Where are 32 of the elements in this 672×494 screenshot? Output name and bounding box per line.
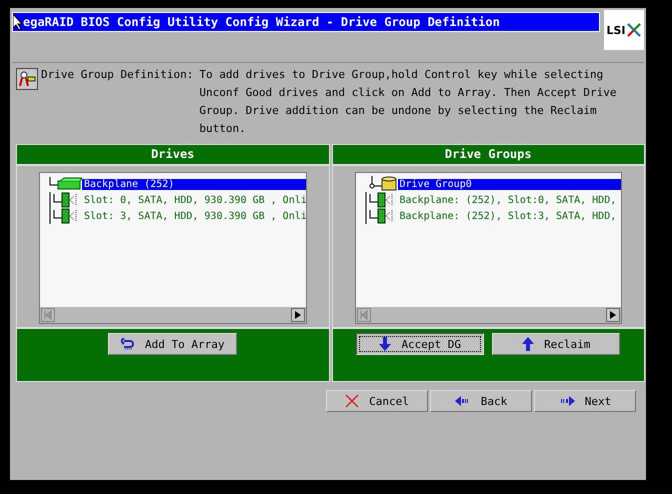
backplane-icon: [48, 177, 82, 191]
nav-button[interactable]: Cancel: [326, 390, 428, 412]
description-text: To add drives to Drive Group,hold Control key while selecting Unconf Good drives and click on Add to Array. Then Accept Drive Group. Drive addition can be undone by selecting the Reclaim button.: [199, 67, 618, 137]
scroll-right-icon[interactable]: [290, 308, 304, 322]
right-arrow-icon: [558, 396, 575, 406]
panel-button[interactable]: Accept DG: [356, 333, 484, 355]
description-label: Drive Group Definition:: [41, 67, 194, 83]
arrows-logo-icon: [626, 22, 642, 38]
nav-button[interactable]: Back: [430, 390, 532, 412]
panel-button[interactable]: Reclaim: [492, 333, 620, 355]
scroll-right-icon[interactable]: [606, 308, 620, 322]
tools-icon: [16, 68, 38, 90]
tree-item[interactable]: Drive Group0: [398, 178, 621, 190]
scroll-left-icon[interactable]: [41, 308, 55, 322]
tree-item[interactable]: Backplane: (252), Slot:3, SATA, HDD,: [398, 210, 618, 222]
scroll-left-icon[interactable]: [356, 308, 370, 322]
window-title: egaRAID BIOS Config Utility Config Wizard - Drive Group Definition: [23, 15, 500, 29]
down-arrow-icon: [379, 337, 392, 351]
logo-text: LSI: [606, 24, 626, 36]
undo-arrow-icon: [121, 338, 135, 350]
panel-button[interactable]: Add To Array: [108, 333, 238, 355]
up-arrow-icon: [522, 337, 534, 351]
tree-item[interactable]: Backplane: (252), Slot:0, SATA, HDD,: [398, 194, 618, 206]
left-arrow-icon: [454, 396, 471, 406]
horizontal-scrollbar[interactable]: [40, 307, 306, 323]
panel-header: Drive Groups: [332, 145, 644, 166]
horizontal-scrollbar[interactable]: [356, 307, 621, 323]
close-icon: [345, 394, 360, 408]
panel-header: Drives: [17, 145, 328, 166]
nav-button[interactable]: Next: [534, 390, 636, 412]
tree-item[interactable]: Backplane (252): [82, 178, 306, 190]
tree-list[interactable]: Drive Group0 Backplane: (252), Slot:0, SATA, HDD, Backplane: (252), Slot:3, SATA, HDD,: [354, 172, 622, 324]
